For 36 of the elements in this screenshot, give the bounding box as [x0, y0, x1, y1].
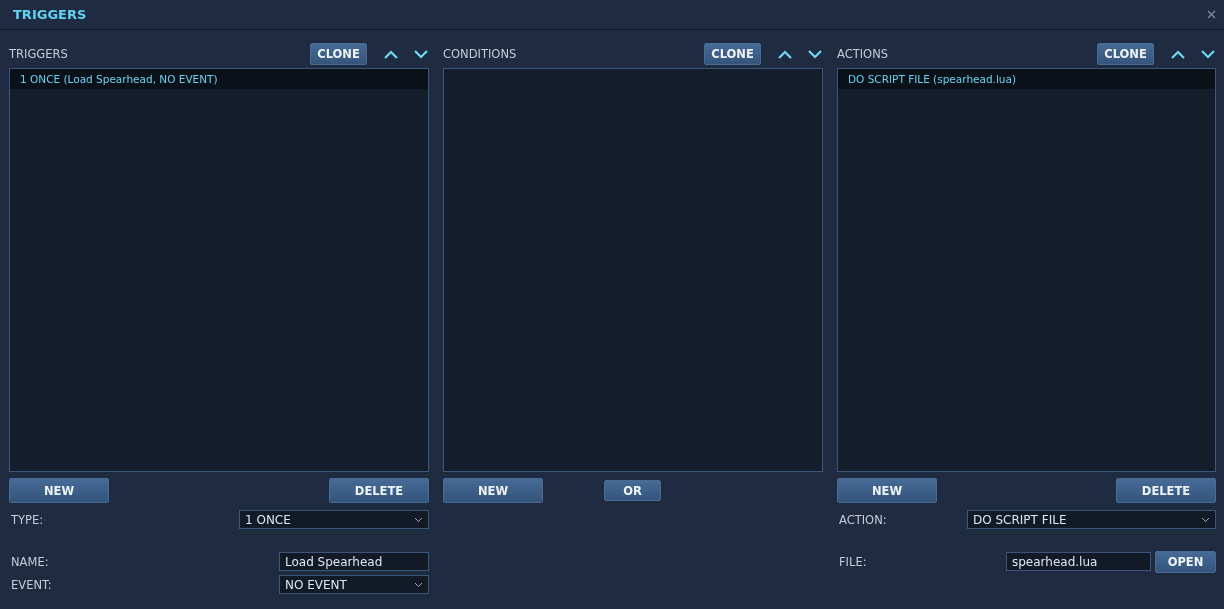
dropdown-field[interactable]: DO SCRIPT FILE [967, 510, 1216, 529]
panel-title: CONDITIONS [443, 47, 518, 61]
close-icon [1207, 10, 1216, 19]
open-button[interactable]: OPEN [1155, 550, 1216, 573]
clone-button[interactable]: CLONE [310, 43, 367, 65]
new-button[interactable]: NEW [443, 478, 543, 503]
field-label: FILE: [838, 554, 868, 569]
clone-button[interactable]: CLONE [704, 43, 761, 65]
chevron-down-icon [808, 49, 822, 59]
delete-button[interactable]: DELETE [1116, 478, 1216, 503]
chevron-up-icon [1171, 49, 1185, 59]
field-label: TYPE: [10, 512, 45, 527]
or-button[interactable]: OR [604, 480, 661, 501]
list-item[interactable]: DO SCRIPT FILE (spearhead.lua) [838, 69, 1215, 89]
chevron-down-icon [414, 49, 428, 59]
new-button[interactable]: NEW [9, 478, 109, 503]
field-label: NAME: [10, 554, 50, 569]
list-item[interactable]: 1 ONCE (Load Spearhead, NO EVENT) [10, 69, 428, 89]
dropdown-field[interactable]: 1 ONCE [239, 510, 429, 529]
caret-icon [414, 581, 423, 588]
panel-title: TRIGGERS [9, 47, 69, 61]
input-field[interactable]: spearhead.lua [1006, 552, 1151, 571]
chevron-down-icon [1201, 49, 1215, 59]
clone-button[interactable]: CLONE [1097, 43, 1154, 65]
caret-icon [1201, 516, 1210, 523]
input-field[interactable]: Load Spearhead [279, 552, 429, 571]
field-label: ACTION: [838, 512, 888, 527]
chevron-up-icon [384, 49, 398, 59]
new-button[interactable]: NEW [837, 478, 937, 503]
caret-icon [414, 516, 423, 523]
dropdown-field[interactable]: NO EVENT [279, 575, 429, 594]
field-label: EVENT: [10, 577, 53, 592]
panel-title: ACTIONS [837, 47, 890, 61]
chevron-up-icon [778, 49, 792, 59]
window-title: TRIGGERS [13, 7, 87, 22]
delete-button[interactable]: DELETE [329, 478, 429, 503]
